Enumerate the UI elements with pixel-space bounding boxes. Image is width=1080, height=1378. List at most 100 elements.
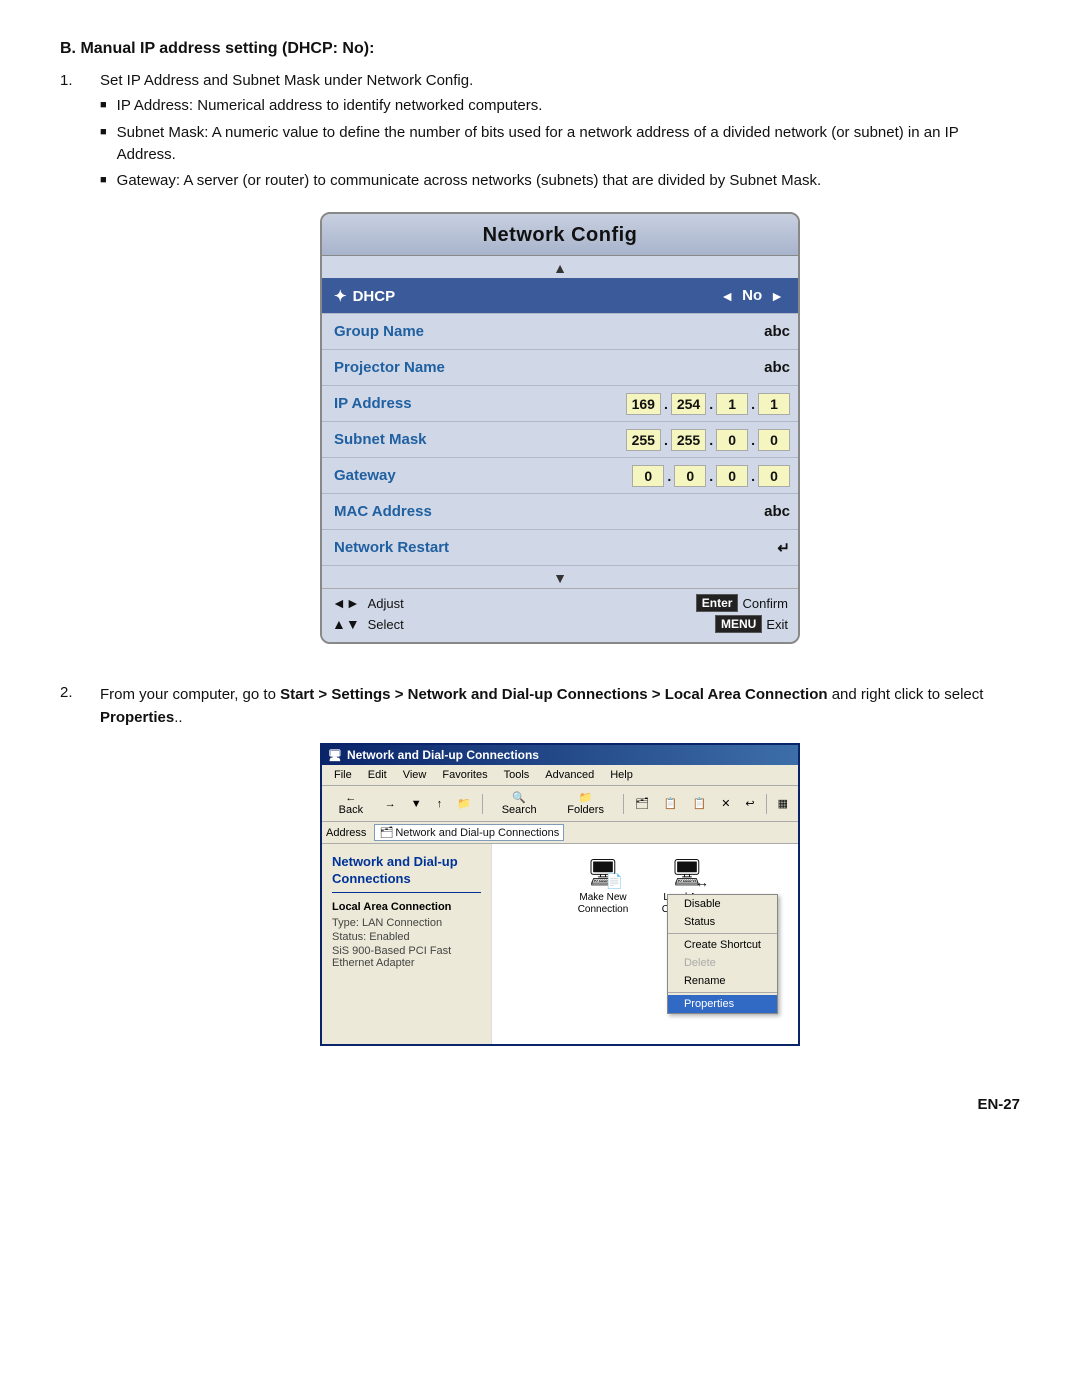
context-rename[interactable]: Rename — [668, 972, 777, 990]
dialog-row-projector-name[interactable]: Projector Name abc — [322, 350, 798, 386]
dialog-row-mac-address[interactable]: MAC Address abc — [322, 494, 798, 530]
gateway-seg-2[interactable]: 0 — [674, 465, 706, 487]
ip-seg-2[interactable]: 254 — [671, 393, 706, 415]
winxp-left-type: Type: LAN Connection — [332, 917, 481, 929]
toolbar-search[interactable]: 🔍 Search — [488, 788, 551, 819]
ip-seg-4[interactable]: 1 — [758, 393, 790, 415]
winxp-dialog: 🖥 Network and Dial-up Connections File E… — [320, 743, 800, 1046]
dialog-down-arrow[interactable]: ▼ — [322, 566, 798, 588]
gateway-seg-4[interactable]: 0 — [758, 465, 790, 487]
toolbar-dropdown[interactable]: ▼ — [405, 795, 428, 813]
address-label: Address — [326, 827, 366, 839]
toolbar-view[interactable]: ▦ — [772, 794, 794, 813]
bullet-ip-text: IP Address: Numerical address to identif… — [117, 95, 543, 117]
step-1-item: 1. Set IP Address and Subnet Mask under … — [60, 72, 1020, 668]
dhcp-right-arrow[interactable]: ► — [764, 288, 790, 304]
subnet-seg-2[interactable]: 255 — [671, 429, 706, 451]
context-create-shortcut[interactable]: Create Shortcut — [668, 936, 777, 954]
dialog-row-ip-address[interactable]: IP Address 169 . 254 . 1 . 1 — [322, 386, 798, 422]
ip-dot-3: . — [750, 396, 756, 412]
dialog-label-group-name: Group Name — [322, 318, 502, 345]
winxp-title-text: Network and Dial-up Connections — [347, 748, 539, 762]
menu-view[interactable]: View — [395, 767, 435, 783]
dialog-value-mac-address: abc — [502, 498, 798, 525]
dialog-value-gateway: 0 . 0 . 0 . 0 — [502, 460, 798, 492]
icon-make-new[interactable]: 🖥 📄 Make New Connection — [573, 854, 633, 916]
section-b-title: B. Manual IP address setting (DHCP: No): — [60, 40, 1020, 58]
step-1-text: Set IP Address and Subnet Mask under Net… — [100, 72, 473, 89]
dialog-rows: ✦DHCP ◄ No ► Group Name abc — [322, 278, 798, 566]
bullet-list: IP Address: Numerical address to identif… — [100, 95, 1020, 192]
menu-favorites[interactable]: Favorites — [434, 767, 495, 783]
dialog-label-ip-address: IP Address — [322, 390, 502, 417]
make-new-label: Make New Connection — [573, 892, 633, 916]
dialog-label-subnet-mask: Subnet Mask — [322, 426, 502, 453]
network-config-wrapper: Network Config ▲ ✦DHCP ◄ — [100, 212, 1020, 644]
dialog-row-group-name[interactable]: Group Name abc — [322, 314, 798, 350]
menu-button[interactable]: MENU — [715, 615, 762, 633]
select-label: Select — [368, 617, 404, 632]
dialog-row-gateway[interactable]: Gateway 0 . 0 . 0 . 0 — [322, 458, 798, 494]
context-disable[interactable]: Disable — [668, 895, 777, 913]
subnet-dot-3: . — [750, 432, 756, 448]
menu-edit[interactable]: Edit — [360, 767, 395, 783]
subnet-seg-3[interactable]: 0 — [716, 429, 748, 451]
page-number: EN-27 — [60, 1096, 1020, 1113]
select-arrows: ▲▼ — [332, 616, 364, 632]
toolbar-icon2[interactable]: 📋 — [658, 794, 684, 813]
bullet-item-subnet: Subnet Mask: A numeric value to define t… — [100, 122, 1020, 166]
menu-tools[interactable]: Tools — [496, 767, 538, 783]
context-sep-1 — [668, 933, 777, 934]
dialog-label-mac-address: MAC Address — [322, 498, 502, 525]
toolbar-folders[interactable]: 📁 Folders — [553, 788, 617, 819]
dialog-row-subnet-mask[interactable]: Subnet Mask 255 . 255 . 0 . 0 — [322, 422, 798, 458]
adjust-label: Adjust — [368, 596, 404, 611]
ip-dot-2: . — [708, 396, 714, 412]
toolbar-delete[interactable]: ✕ — [715, 794, 736, 813]
step-1-content: Set IP Address and Subnet Mask under Net… — [100, 72, 1020, 668]
dialog-label-projector-name: Projector Name — [322, 354, 502, 381]
ip-seg-1[interactable]: 169 — [626, 393, 661, 415]
gateway-dot-1: . — [666, 468, 672, 484]
context-status[interactable]: Status — [668, 913, 777, 931]
toolbar-up[interactable]: ↑ — [431, 795, 449, 813]
bullet-item-gateway: Gateway: A server (or router) to communi… — [100, 170, 1020, 192]
footer-row-adjust: ◄► Adjust Enter Confirm — [332, 594, 788, 612]
toolbar-back[interactable]: ← Back — [326, 789, 376, 819]
dialog-row-dhcp[interactable]: ✦DHCP ◄ No ► — [322, 278, 798, 314]
toolbar-sep-2 — [623, 794, 624, 814]
toolbar-icon3[interactable]: 📋 — [686, 794, 712, 813]
bullet-item-ip: IP Address: Numerical address to identif… — [100, 95, 1020, 117]
toolbar-folder[interactable]: 📁 — [451, 794, 477, 813]
gateway-seg-1[interactable]: 0 — [632, 465, 664, 487]
menu-file[interactable]: File — [326, 767, 360, 783]
dhcp-left-arrow[interactable]: ◄ — [714, 288, 740, 304]
winxp-left-panel: Network and Dial-up Connections Local Ar… — [322, 844, 492, 1044]
enter-button[interactable]: Enter — [696, 594, 739, 612]
dialog-up-arrow[interactable]: ▲ — [322, 256, 798, 278]
ip-seg-3[interactable]: 1 — [716, 393, 748, 415]
context-sep-2 — [668, 992, 777, 993]
subnet-seg-4[interactable]: 0 — [758, 429, 790, 451]
subnet-dot-1: . — [663, 432, 669, 448]
toolbar-undo[interactable]: ↩ — [739, 794, 760, 813]
gateway-seg-3[interactable]: 0 — [716, 465, 748, 487]
winxp-content: Network and Dial-up Connections Local Ar… — [322, 844, 798, 1044]
subnet-seg-1[interactable]: 255 — [626, 429, 661, 451]
context-delete: Delete — [668, 954, 777, 972]
menu-advanced[interactable]: Advanced — [537, 767, 602, 783]
dialog-row-network-restart[interactable]: Network Restart ↵ — [322, 530, 798, 566]
toolbar-forward[interactable]: → — [379, 795, 402, 813]
menu-help[interactable]: Help — [602, 767, 641, 783]
subnet-dot-2: . — [708, 432, 714, 448]
winxp-left-adapter: SiS 900-Based PCI Fast Ethernet Adapter — [332, 945, 481, 969]
adjust-arrows: ◄► — [332, 595, 364, 611]
winxp-left-subtitle: Local Area Connection — [332, 901, 481, 913]
winxp-title-bar: 🖥 Network and Dial-up Connections — [322, 745, 798, 765]
dialog-footer: ◄► Adjust Enter Confirm ▲▼ Select MENU E… — [322, 588, 798, 642]
toolbar-icon1[interactable]: 🗂 — [629, 794, 655, 813]
step-2-text: From your computer, go to Start > Settin… — [100, 686, 983, 726]
winxp-toolbar: ← Back → ▼ ↑ 📁 🔍 Search 📁 Folders 🗂 📋 📋 … — [322, 786, 798, 822]
dialog-value-dhcp[interactable]: ◄ No ► — [502, 282, 798, 309]
context-properties[interactable]: Properties — [668, 995, 777, 1013]
